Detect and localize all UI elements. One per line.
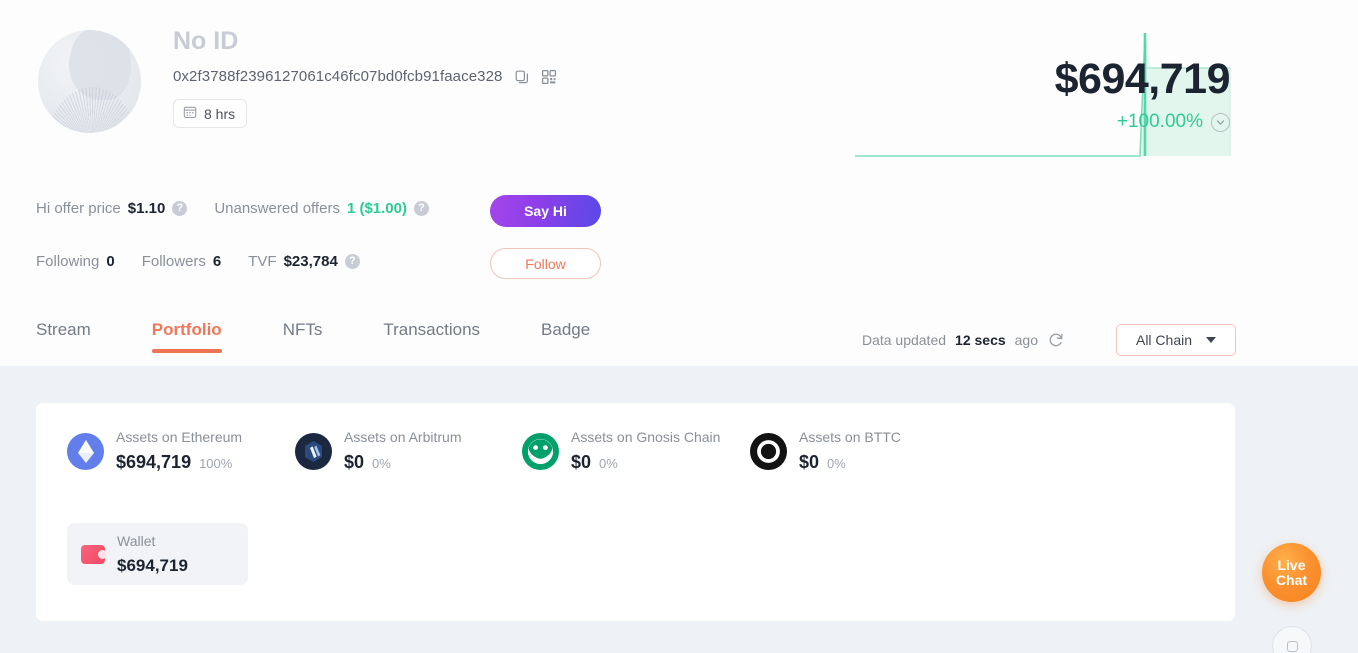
chain-amount: $0 [571,452,592,472]
chain-item-ethereum[interactable]: Assets on Ethereum $694,719 100% [67,429,295,473]
chain-filter-select[interactable]: All Chain [1116,324,1236,356]
stat-followers[interactable]: Followers 6 [142,253,222,270]
chain-amount: $0 [344,452,365,472]
avatar[interactable] [38,30,141,133]
follow-button[interactable]: Follow [490,248,601,279]
stat-hi-offer-price: Hi offer price $1.10 ? [36,200,188,217]
live-chat-line2: Chat [1275,571,1308,588]
identity-block: No ID 0x2f3788f2396127061c46fc07bd0fcb91… [173,26,557,128]
chain-assets-list: Assets on Ethereum $694,719 100% Assets … [67,429,901,473]
data-updated-suffix: ago [1014,332,1038,348]
wallet-address: 0x2f3788f2396127061c46fc07bd0fcb91faace3… [173,68,503,85]
chevron-down-icon [1206,337,1217,343]
wallet-amount: $694,719 [117,555,188,575]
ethereum-icon [67,432,104,470]
page-title: No ID [173,27,239,55]
bttc-icon [750,432,787,470]
tab-badge[interactable]: Badge [541,320,590,353]
data-updated-prefix: Data updated [861,332,947,348]
calendar-icon [183,105,197,122]
balance-change-row: +100.00% [1055,111,1230,133]
profile-header: $694,719 +100.00% No ID 0x2f3788f2396127… [0,0,1358,366]
arbitrum-icon [295,432,332,470]
copy-icon[interactable] [514,69,530,85]
live-chat-line1: Live [1277,556,1306,573]
say-hi-button[interactable]: Say Hi [490,195,601,227]
chain-item-gnosis[interactable]: Assets on Gnosis Chain $0 0% [522,429,750,473]
chain-percent: 0% [599,456,618,471]
profile-tabs: Stream Portfolio NFTs Transactions Badge [36,320,651,353]
chain-percent: 0% [827,456,846,471]
tab-portfolio[interactable]: Portfolio [151,320,222,353]
hi-offer-label: Hi offer price [36,200,121,217]
avatar-pattern [46,87,138,133]
unanswered-offers-value: 1 ($1.00) [346,200,407,217]
following-value: 0 [106,253,115,270]
chain-percent: 0% [372,456,391,471]
tab-nfts[interactable]: NFTs [283,320,323,353]
floating-widget-button[interactable] [1272,626,1312,653]
total-balance-block: $694,719 +100.00% [1054,55,1231,133]
chain-filter-value: All Chain [1135,332,1193,348]
stat-unanswered-offers: Unanswered offers 1 ($1.00) ? [214,200,429,217]
chain-amount: $694,719 [116,452,192,472]
live-chat-button[interactable]: Live Chat [1262,543,1321,602]
following-label: Following [36,253,100,270]
tvf-label: TVF [248,253,277,270]
active-duration-badge[interactable]: 8 hrs [173,99,248,128]
address-row: 0x2f3788f2396127061c46fc07bd0fcb91faace3… [173,68,557,85]
stat-tvf: TVF $23,784 ? [248,253,360,270]
stats-row-offers: Hi offer price $1.10 ? Unanswered offers… [36,200,429,217]
widget-icon [1286,640,1298,652]
help-icon[interactable]: ? [172,201,188,216]
wallet-label: Wallet [117,532,156,549]
hi-offer-value: $1.10 [127,200,166,217]
stat-following[interactable]: Following 0 [36,253,115,270]
chain-amount: $0 [799,452,820,472]
followers-label: Followers [141,253,206,270]
unanswered-offers-label: Unanswered offers [214,200,340,217]
chain-label: Assets on Ethereum [116,429,243,445]
tab-stream[interactable]: Stream [36,320,91,353]
profile-page: $694,719 +100.00% No ID 0x2f3788f2396127… [0,0,1358,653]
chevron-down-circle-icon[interactable] [1211,112,1230,132]
chain-item-bttc[interactable]: Assets on BTTC $0 0% [750,429,901,473]
portfolio-card: Assets on Ethereum $694,719 100% Assets … [36,403,1235,621]
data-updated-time: 12 secs [955,332,1006,348]
stats-row-social: Following 0 Followers 6 TVF $23,784 ? [36,253,360,270]
active-duration-label: 8 hrs [204,105,236,122]
data-updated-status: Data updated 12 secs ago [862,331,1065,349]
help-icon[interactable]: ? [344,254,360,269]
chain-label: Assets on BTTC [799,429,901,445]
chain-label: Assets on Gnosis Chain [571,429,721,445]
help-icon[interactable]: ? [413,201,429,216]
chain-item-arbitrum[interactable]: Assets on Arbitrum $0 0% [295,429,522,473]
chain-percent: 100% [199,456,233,471]
chain-label: Assets on Arbitrum [344,429,462,445]
qr-code-icon[interactable] [541,69,557,85]
wallet-icon [81,544,107,564]
followers-value: 6 [212,253,222,270]
tab-transactions[interactable]: Transactions [383,320,480,353]
wallet-summary-card[interactable]: Wallet $694,719 [67,523,248,585]
gnosis-icon [522,432,559,470]
tvf-value: $23,784 [283,253,338,270]
total-balance-value: $694,719 [1054,55,1231,103]
balance-change-value: +100.00% [1116,111,1203,132]
refresh-icon[interactable] [1047,331,1065,349]
